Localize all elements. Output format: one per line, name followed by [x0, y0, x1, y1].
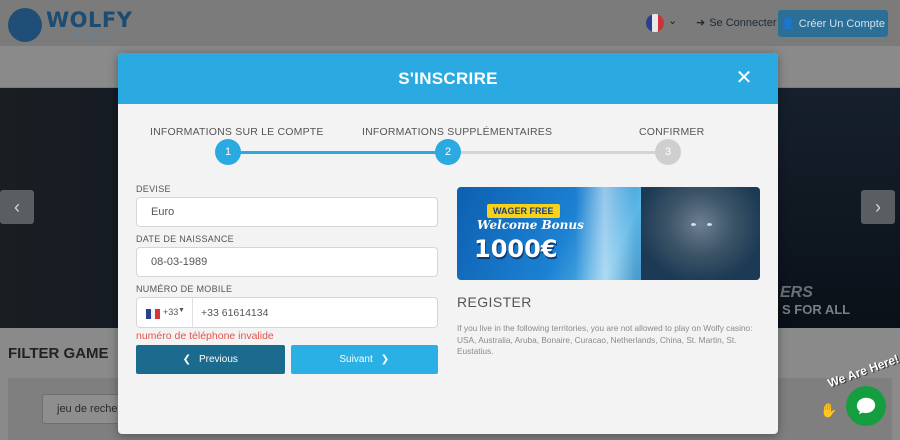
step-label-account: INFORMATIONS SUR LE COMPTE — [150, 126, 324, 138]
wolf-logo-icon — [8, 8, 42, 42]
currency-field[interactable]: Euro — [136, 197, 438, 227]
create-account-label: Créer Un Compte — [798, 17, 885, 30]
mobile-label: NUMÉRO DE MOBILE — [136, 284, 233, 294]
restricted-territories-note: If you live in the following territories… — [457, 323, 753, 356]
caret-down-icon[interactable]: ▼ — [178, 307, 185, 314]
form-actions: ❮ Previous Suivant ❯ — [136, 345, 438, 374]
wolf-eye — [707, 223, 712, 226]
language-flag-icon[interactable] — [646, 14, 664, 32]
birthdate-label: DATE DE NAISSANCE — [136, 234, 234, 244]
wolf-eye — [691, 223, 696, 226]
chat-button[interactable] — [846, 386, 886, 426]
step-label-additional: INFORMATIONS SUPPLÉMENTAIRES — [362, 126, 553, 138]
welcome-bonus-banner: WAGER FREE Welcome Bonus 1000€ — [457, 187, 760, 280]
phone-country-code[interactable]: +33 — [163, 307, 178, 317]
bonus-amount: 1000€ — [474, 235, 558, 263]
filter-title: FILTER GAME — [8, 345, 109, 362]
chevron-right-icon: ❯ — [380, 354, 390, 365]
previous-button[interactable]: ❮ Previous — [136, 345, 285, 374]
login-icon: ➜ — [696, 17, 706, 29]
carousel-prev-button[interactable]: ‹ — [0, 190, 34, 224]
login-link[interactable]: ➜ Se Connecter — [696, 16, 777, 30]
chevron-left-icon: ❮ — [182, 354, 191, 365]
carousel-next-button[interactable]: › — [861, 190, 895, 224]
site-header: WOLFY casino ⌄ ➜ Se Connecter 👤 Créer Un… — [0, 0, 900, 46]
game-search-input[interactable]: jeu de recherche — [42, 394, 122, 424]
previous-label: Previous — [198, 354, 238, 365]
modal-title: S'INSCRIRE — [398, 69, 498, 88]
currency-label: DEVISE — [136, 184, 171, 194]
step-circle-3: 3 — [655, 139, 681, 165]
promo-panel: WAGER FREE Welcome Bonus 1000€ REGISTER … — [457, 187, 760, 358]
register-modal: S'INSCRIRE ✕ INFORMATIONS SUR LE COMPTE … — [118, 53, 778, 434]
banner-wave — [575, 187, 635, 280]
chevron-down-icon[interactable]: ⌄ — [668, 14, 677, 27]
step-progress-line — [228, 151, 448, 154]
brand-logo[interactable]: WOLFY casino — [8, 6, 132, 42]
mobile-field: +33 ▼ +33 61614134 — [136, 297, 438, 328]
create-account-button[interactable]: 👤 Créer Un Compte — [778, 10, 888, 37]
modal-header: S'INSCRIRE ✕ — [118, 53, 778, 104]
step-remaining-line — [448, 151, 668, 154]
hero-text-line2: S FOR ALL — [782, 302, 851, 317]
wolf-illustration — [641, 187, 760, 280]
brand-name: WOLFY — [46, 8, 133, 32]
chat-bubble-icon — [856, 397, 876, 415]
step-circle-1: 1 — [215, 139, 241, 165]
close-icon[interactable]: ✕ — [732, 66, 756, 90]
hero-text-line1: ERS — [780, 284, 813, 301]
add-user-icon: 👤 — [781, 18, 795, 30]
brand-sub: casino — [68, 30, 109, 41]
register-heading: REGISTER — [457, 294, 532, 310]
step-label-confirm: CONFIRMER — [639, 126, 705, 138]
next-label: Suivant — [339, 354, 373, 365]
france-flag-icon[interactable] — [146, 309, 161, 319]
stepper: INFORMATIONS SUR LE COMPTE INFORMATIONS … — [118, 104, 778, 174]
step-circle-2: 2 — [435, 139, 461, 165]
registration-form: DEVISE Euro DATE DE NAISSANCE 08-03-1989… — [136, 184, 438, 374]
phone-divider — [192, 298, 193, 327]
phone-error-message: numéro de téléphone invalide — [136, 330, 274, 342]
welcome-bonus-script: Welcome Bonus — [477, 218, 584, 232]
next-button[interactable]: Suivant ❯ — [290, 345, 438, 374]
phone-number-input[interactable]: +33 61614134 — [201, 307, 268, 319]
birthdate-field[interactable]: 08-03-1989 — [136, 247, 438, 277]
login-label: Se Connecter — [709, 16, 777, 29]
wave-hand-icon: ✋ — [820, 402, 838, 418]
wager-free-badge: WAGER FREE — [487, 204, 560, 218]
